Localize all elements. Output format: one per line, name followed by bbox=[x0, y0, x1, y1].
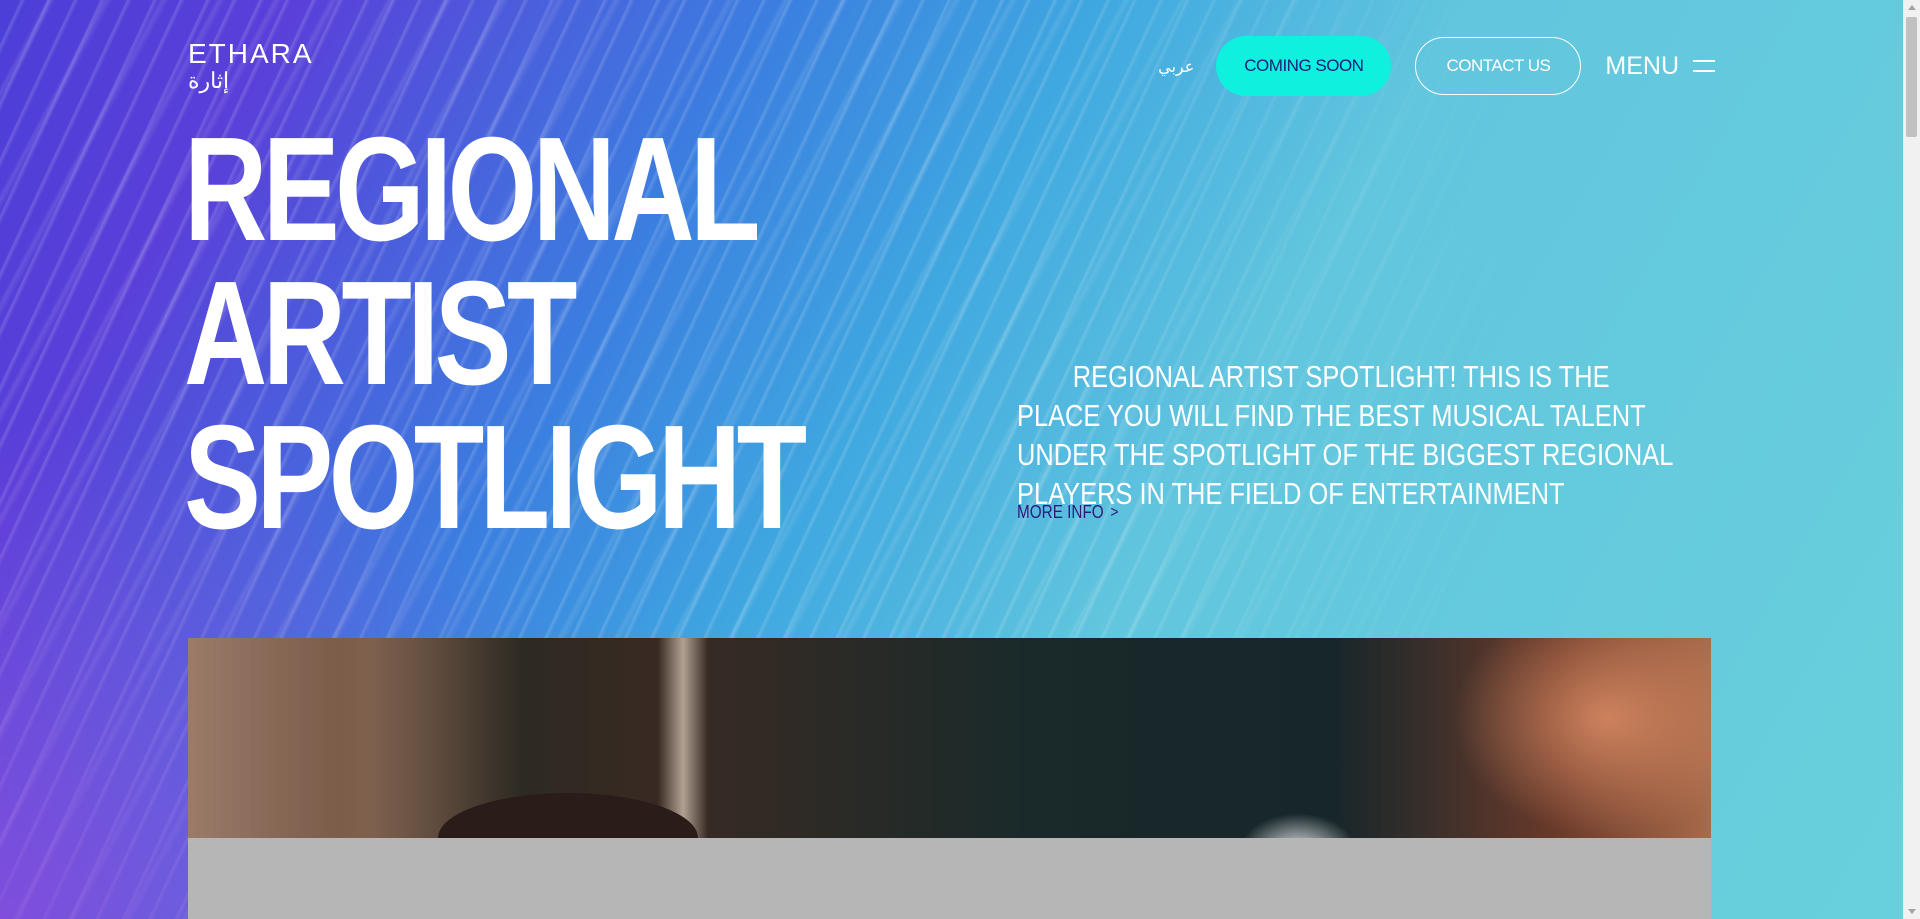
language-toggle-link[interactable]: عربي bbox=[1158, 57, 1194, 76]
header-nav: عربي COMING SOON CONTACT US MENU bbox=[1158, 36, 1715, 96]
menu-label: MENU bbox=[1605, 51, 1679, 80]
loading-placeholder bbox=[188, 838, 1711, 919]
scroll-up-icon[interactable] bbox=[1908, 5, 1916, 10]
more-info-link[interactable]: MORE INFO > bbox=[1017, 502, 1118, 523]
logo-arabic-text: إثارة bbox=[188, 68, 230, 93]
hero-title: REGIONAL ARTIST SPOTLIGHT bbox=[184, 107, 807, 560]
site-header: ETHARA إثارة عربي COMING SOON CONTACT US… bbox=[188, 36, 1715, 96]
more-info-label: MORE INFO bbox=[1017, 502, 1104, 522]
photo-curtain bbox=[188, 638, 488, 838]
hamburger-icon bbox=[1693, 60, 1715, 72]
chevron-right-icon: > bbox=[1110, 503, 1119, 521]
coming-soon-button[interactable]: COMING SOON bbox=[1216, 36, 1392, 96]
scrollbar-thumb[interactable] bbox=[1906, 17, 1917, 137]
scroll-down-icon[interactable] bbox=[1908, 909, 1916, 914]
page-scrollbar[interactable] bbox=[1903, 0, 1920, 919]
menu-button[interactable]: MENU bbox=[1605, 52, 1715, 81]
contact-us-button[interactable]: CONTACT US bbox=[1415, 37, 1582, 95]
photo-blurred-figure bbox=[1451, 638, 1711, 838]
logo-english-text: ETHARA bbox=[188, 38, 314, 69]
hero-description: REGIONAL ARTIST SPOTLIGHT! THIS IS THE P… bbox=[1017, 359, 1673, 511]
ethara-logo[interactable]: ETHARA إثارة bbox=[188, 40, 314, 92]
